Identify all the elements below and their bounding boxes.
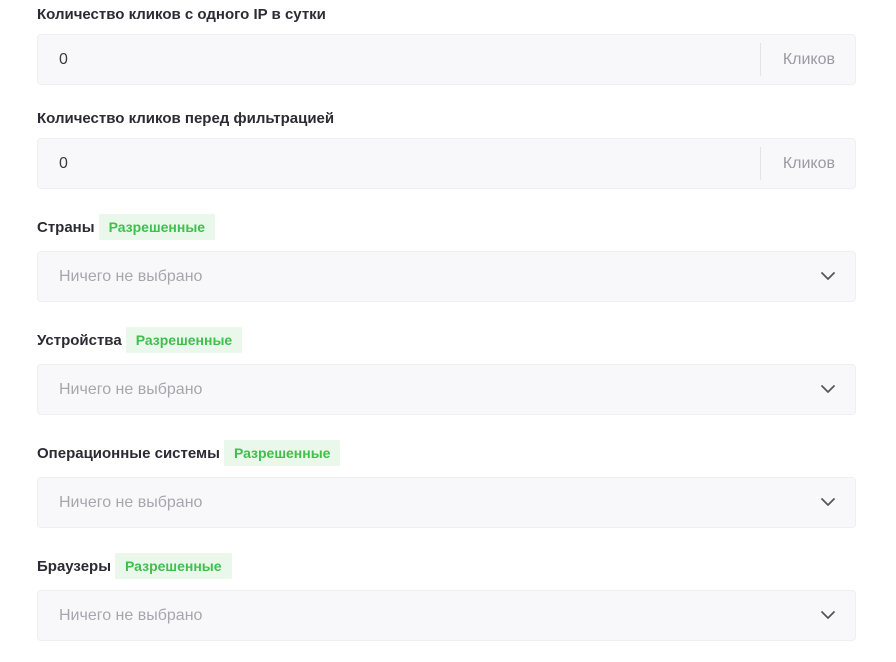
chevron-down-icon[interactable] xyxy=(820,383,836,395)
clicks-per-ip-label: Количество кликов с одного IP в сутки xyxy=(37,6,326,23)
browsers-mode-badge[interactable]: Разрешенные xyxy=(115,553,232,579)
traffic-filter-form: Количество кликов с одного IP в сутки 0 … xyxy=(0,0,896,662)
input-divider xyxy=(760,147,761,180)
devices-label: Устройства xyxy=(37,331,122,349)
devices-placeholder: Ничего не выбрано xyxy=(59,381,203,398)
countries-mode-badge[interactable]: Разрешенные xyxy=(98,214,216,240)
clicks-before-filter-value[interactable]: 0 xyxy=(59,139,68,188)
clicks-before-filter-input[interactable]: 0 Кликов xyxy=(37,138,856,189)
chevron-down-icon[interactable] xyxy=(820,496,836,508)
chevron-down-icon[interactable] xyxy=(820,270,836,282)
devices-mode-badge[interactable]: Разрешенные xyxy=(125,327,243,353)
clicks-per-ip-input[interactable]: 0 Кликов xyxy=(37,34,856,85)
clicks-per-ip-value[interactable]: 0 xyxy=(59,35,68,84)
browsers-label: Браузеры xyxy=(37,557,112,575)
os-label-row: Операционные системы Разрешенные xyxy=(37,440,341,466)
os-placeholder: Ничего не выбрано xyxy=(59,494,203,511)
countries-label-row: Страны Разрешенные xyxy=(37,214,216,240)
os-mode-badge[interactable]: Разрешенные xyxy=(223,440,341,466)
browsers-select[interactable]: Ничего не выбрано xyxy=(37,590,856,641)
devices-select[interactable]: Ничего не выбрано xyxy=(37,364,856,415)
browsers-placeholder: Ничего не выбрано xyxy=(59,607,203,624)
os-label: Операционные системы xyxy=(37,444,220,462)
browsers-label-row: Браузеры Разрешенные xyxy=(37,553,232,579)
clicks-per-ip-suffix: Кликов xyxy=(782,51,835,68)
os-select[interactable]: Ничего не выбрано xyxy=(37,477,856,528)
clicks-before-filter-label: Количество кликов перед фильтрацией xyxy=(37,110,335,127)
countries-label: Страны xyxy=(37,218,95,236)
input-divider xyxy=(760,43,761,76)
clicks-before-filter-suffix: Кликов xyxy=(782,155,835,172)
chevron-down-icon[interactable] xyxy=(820,609,836,621)
countries-placeholder: Ничего не выбрано xyxy=(59,268,203,285)
devices-label-row: Устройства Разрешенные xyxy=(37,327,243,353)
countries-select[interactable]: Ничего не выбрано xyxy=(37,251,856,302)
